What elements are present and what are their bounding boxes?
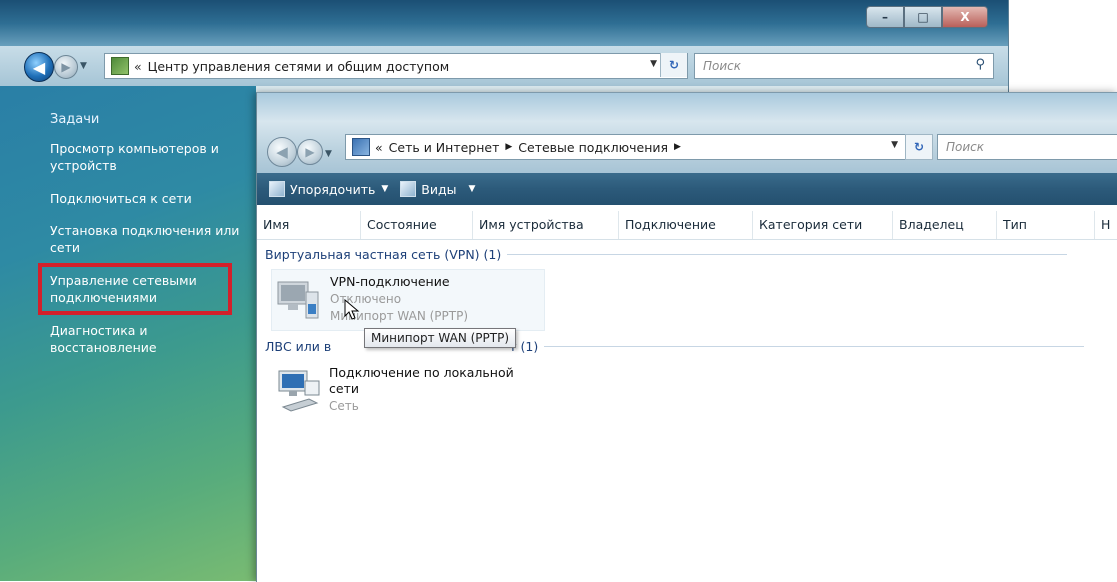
lan-network-icon — [278, 370, 320, 412]
item-status: Сеть — [329, 399, 359, 413]
breadcrumb-network-internet[interactable]: Сеть и Интернет — [389, 140, 500, 155]
history-dropdown[interactable]: ▼ — [325, 149, 332, 159]
column-header-name[interactable]: Имя — [257, 211, 361, 239]
column-header-category[interactable]: Категория сети — [753, 211, 893, 239]
group-label: Виртуальная частная сеть (VPN) (1) — [265, 247, 502, 262]
address-bar[interactable]: « Центр управления сетями и общим доступ… — [104, 53, 688, 79]
chevron-down-icon: ▼ — [381, 184, 389, 194]
search-box[interactable]: Поиск — [937, 134, 1117, 160]
item-name-line2: сети — [329, 381, 359, 396]
views-label: Виды — [421, 181, 457, 197]
column-header-connection[interactable]: Подключение — [619, 211, 753, 239]
address-bar[interactable]: « Сеть и Интернет ▶ Сетевые подключения … — [345, 134, 907, 160]
history-dropdown[interactable]: ▼ — [80, 61, 87, 71]
search-box[interactable]: Поиск ⚲ — [694, 53, 994, 79]
search-placeholder: Поиск — [946, 140, 985, 154]
back-button[interactable]: ◀ — [267, 137, 297, 167]
item-name-line1: Подключение по локальной — [329, 365, 514, 380]
command-toolbar: Упорядочить ▼ Виды ▼ — [257, 173, 1117, 205]
task-link-connect-network[interactable]: Подключиться к сети — [50, 190, 255, 207]
title-bar — [0, 0, 1008, 46]
views-icon — [400, 181, 417, 197]
refresh-button[interactable]: ↻ — [660, 53, 687, 77]
column-header-device[interactable]: Имя устройства — [473, 211, 619, 239]
minimize-button[interactable]: – — [866, 6, 904, 28]
maximize-button[interactable]: □ — [904, 6, 942, 28]
chevron-down-icon: ▼ — [468, 184, 476, 194]
group-label-start: ЛВС или в — [265, 339, 332, 354]
task-pane-title: Задачи — [50, 112, 100, 127]
group-divider — [544, 346, 1085, 347]
item-name: VPN-подключение — [330, 274, 450, 289]
network-center-icon — [111, 57, 129, 75]
mouse-cursor-icon — [344, 299, 360, 320]
highlight-box — [38, 263, 232, 315]
lan-connection-item[interactable]: Подключение по локальной сети Сеть — [271, 361, 543, 431]
vpn-network-icon — [277, 281, 319, 319]
address-dropdown-icon[interactable]: ▼ — [891, 140, 898, 150]
refresh-button[interactable]: ↻ — [905, 134, 933, 160]
breadcrumb-arrow-icon[interactable]: ▶ — [505, 142, 512, 152]
column-header-owner[interactable]: Владелец — [893, 211, 997, 239]
task-link-diagnostics[interactable]: Диагностика и восстановление — [50, 322, 210, 356]
arrow-left-icon: ◀ — [32, 57, 46, 77]
arrow-right-icon: ▶ — [61, 60, 71, 74]
organize-label: Упорядочить — [290, 181, 376, 197]
item-status: Отключено — [330, 292, 402, 306]
task-link-view-computers[interactable]: Просмотр компьютеров и устройств — [50, 140, 255, 174]
refresh-icon: ↻ — [668, 58, 680, 72]
organize-menu[interactable]: Упорядочить ▼ — [269, 181, 388, 197]
vpn-connection-item[interactable]: VPN-подключение Отключено Минипорт WAN (… — [271, 269, 545, 331]
group-header-vpn[interactable]: Виртуальная частная сеть (VPN) (1) — [265, 247, 1068, 262]
task-link-setup-connection[interactable]: Установка подключения или сети — [50, 222, 255, 256]
task-pane: Задачи Просмотр компьютеров и устройств … — [0, 86, 256, 581]
network-connections-icon — [352, 138, 370, 156]
forward-button[interactable]: ▶ — [297, 139, 323, 165]
window-controls: – □ X — [866, 6, 988, 28]
column-header-type[interactable]: Тип — [997, 211, 1095, 239]
forward-button[interactable]: ▶ — [54, 55, 78, 79]
back-button[interactable]: ◀ — [24, 52, 54, 82]
address-path[interactable]: Центр управления сетями и общим доступом — [148, 59, 450, 74]
column-headers: Имя Состояние Имя устройства Подключение… — [257, 211, 1117, 240]
group-divider — [507, 254, 1068, 255]
arrow-right-icon: ▶ — [305, 145, 315, 159]
close-button[interactable]: X — [942, 6, 988, 28]
address-chevron[interactable]: « — [134, 59, 142, 74]
address-dropdown-icon[interactable]: ▼ — [650, 59, 657, 69]
column-header-more[interactable]: Н — [1095, 211, 1117, 239]
search-placeholder: Поиск — [703, 59, 742, 73]
column-header-status[interactable]: Состояние — [361, 211, 473, 239]
refresh-icon: ↻ — [913, 140, 925, 154]
search-icon[interactable]: ⚲ — [975, 57, 985, 72]
breadcrumb-arrow-icon[interactable]: ▶ — [674, 142, 681, 152]
arrow-left-icon: ◀ — [276, 143, 288, 161]
tooltip: Минипорт WAN (PPTP) — [364, 328, 517, 348]
organize-icon — [269, 181, 285, 197]
address-chevron[interactable]: « — [375, 140, 383, 155]
views-menu[interactable]: Виды ▼ — [400, 181, 475, 197]
breadcrumb-network-connections[interactable]: Сетевые подключения — [518, 140, 668, 155]
